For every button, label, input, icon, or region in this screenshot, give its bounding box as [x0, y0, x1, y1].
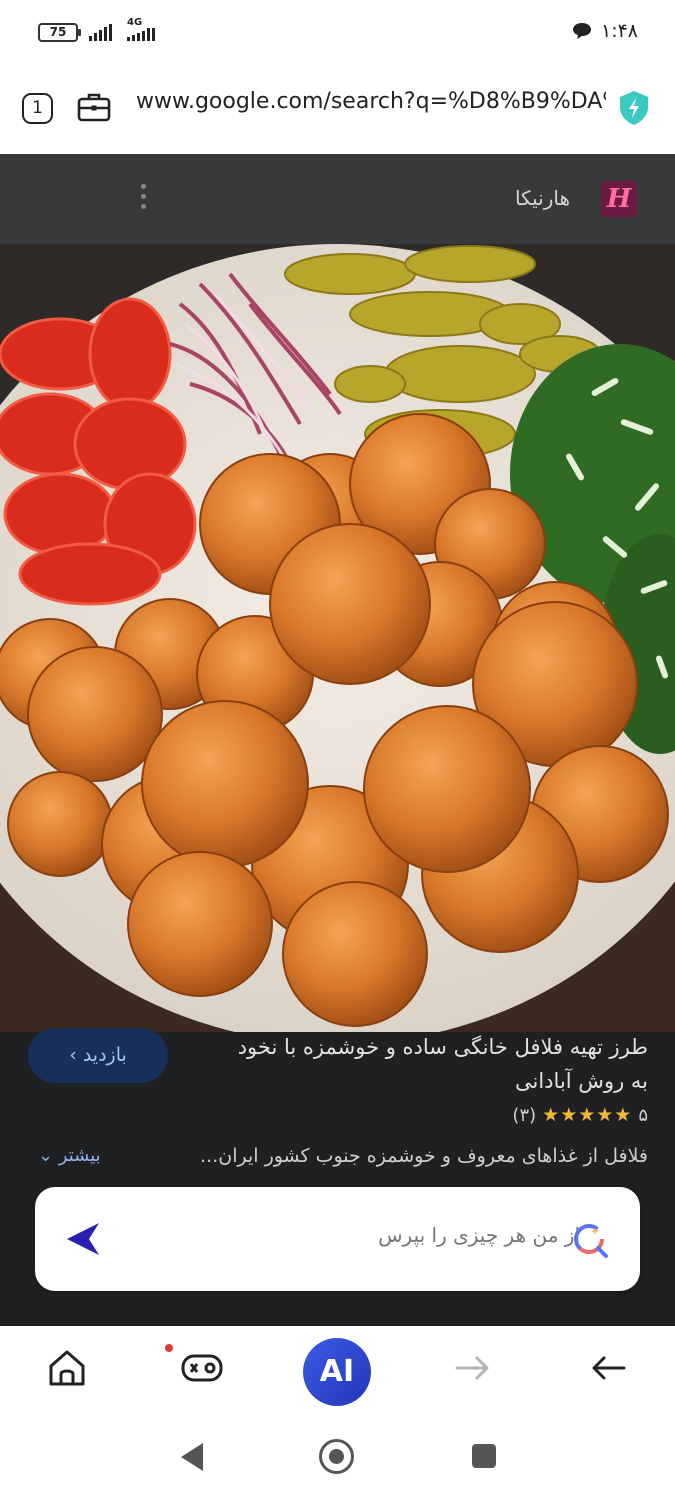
ai-search-icon[interactable]: [571, 1219, 611, 1259]
forward-arrow-icon[interactable]: [451, 1346, 495, 1390]
chat-icon: [573, 23, 591, 39]
gamepad-icon[interactable]: [180, 1346, 224, 1390]
signal-icon: [89, 24, 112, 41]
browser-bottom-nav: AI: [0, 1326, 675, 1421]
site-name[interactable]: هارنیکا: [515, 186, 570, 210]
clock: ۱:۴۸: [601, 20, 639, 42]
notification-dot: [165, 1344, 173, 1352]
site-logo: H: [601, 181, 637, 217]
status-bar: 75 4G ۱:۴۸: [0, 0, 675, 62]
result-title[interactable]: طرز تهیه فلافل خانگی ساده و خوشمزه با نخ…: [228, 1030, 648, 1098]
rating-value: ۵: [638, 1104, 648, 1126]
system-nav-bar: [0, 1421, 675, 1500]
system-recents-icon[interactable]: [472, 1444, 496, 1468]
network-label: 4G: [127, 17, 143, 28]
send-icon[interactable]: [63, 1219, 103, 1259]
back-arrow-icon[interactable]: [586, 1346, 630, 1390]
rating-stars: ★★★★★: [542, 1104, 633, 1126]
visit-button[interactable]: بازدید ›: [28, 1028, 168, 1083]
site-header: هارنیکا H: [0, 154, 675, 244]
more-link[interactable]: بیشتر ⌄: [38, 1145, 101, 1166]
url-field[interactable]: www.google.com/search?q=%D8%B9%DA%: [136, 89, 606, 114]
ask-input[interactable]: [310, 1223, 580, 1247]
tab-count-button[interactable]: 1: [22, 93, 53, 124]
battery-icon: 75: [38, 23, 81, 42]
ai-ask-box: [35, 1187, 640, 1291]
home-icon[interactable]: [45, 1346, 89, 1390]
kebab-icon[interactable]: [140, 184, 148, 214]
system-back-icon[interactable]: [178, 1441, 206, 1473]
system-home-icon[interactable]: [319, 1439, 354, 1474]
ai-button[interactable]: AI: [303, 1338, 371, 1406]
page-content: هارنیکا H بازدید › طرز تهیه فلافل خانگی …: [0, 154, 675, 1326]
shield-icon[interactable]: [618, 90, 650, 126]
briefcase-icon[interactable]: [77, 90, 111, 124]
result-snippet: فلافل از غذاهای معروف و خوشمزه جنوب کشور…: [200, 1145, 648, 1167]
signal-icon-2: [127, 28, 155, 41]
browser-url-bar: 1 www.google.com/search?q=%D8%B9%DA%: [0, 62, 675, 154]
food-image[interactable]: [0, 244, 675, 1032]
rating-row: ۵ ★★★★★ (۳): [512, 1104, 648, 1126]
rating-count: (۳): [512, 1104, 537, 1126]
